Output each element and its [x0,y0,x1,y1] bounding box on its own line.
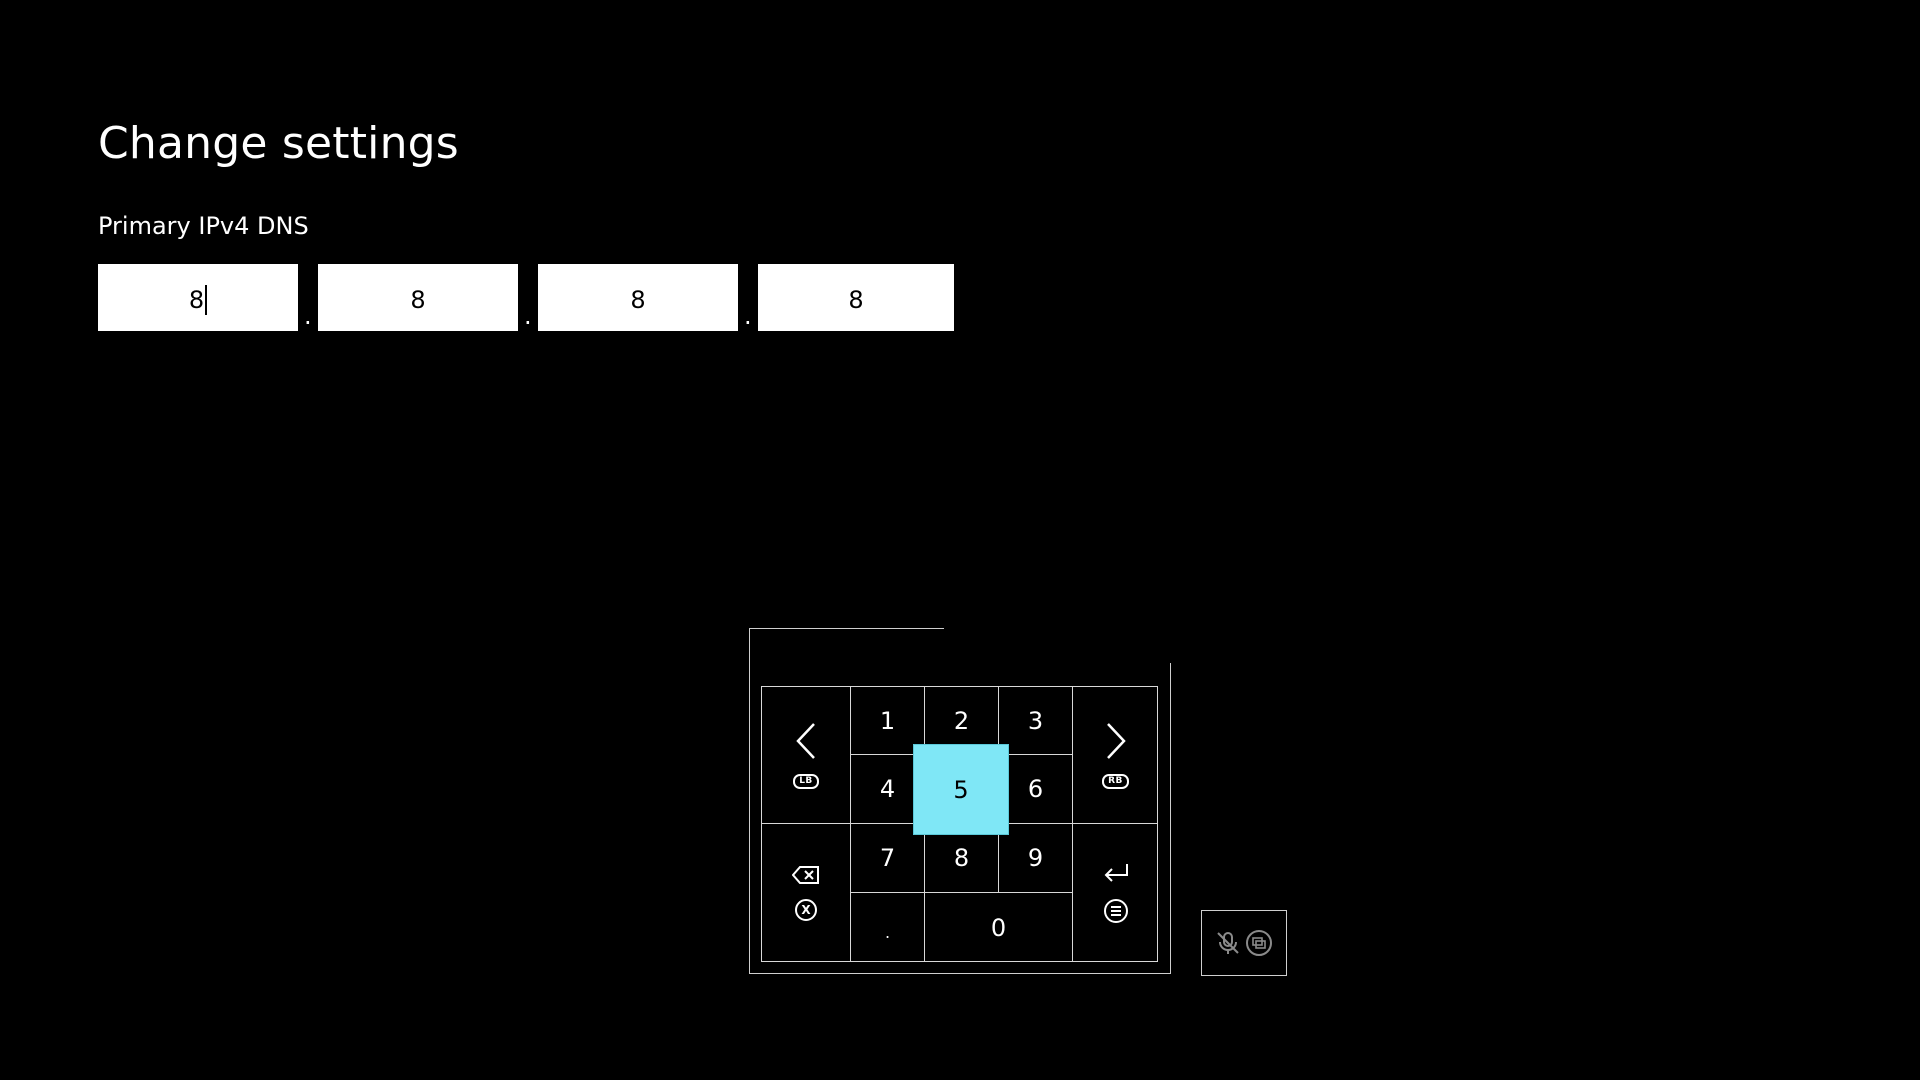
ip-octet-1-value: 8 [188,285,205,314]
rb-badge-icon: RB [1102,773,1129,789]
enter-button[interactable] [1073,824,1158,962]
ip-separator: . [524,302,532,330]
field-label: Primary IPv4 DNS [98,212,309,240]
ip-octet-4-input[interactable]: 8 [758,264,954,331]
enter-icon [1104,864,1128,882]
key-6[interactable]: 6 [999,755,1073,824]
mic-muted-icon [1217,932,1239,954]
key-3[interactable]: 3 [999,687,1073,755]
menu-button-icon [1103,899,1128,923]
backspace-button[interactable]: X [762,824,851,962]
keypad-panel-top-edge [749,628,944,629]
page: Change settings Primary IPv4 DNS 8 . 8 .… [0,0,1920,1080]
ip-octet-1-input[interactable]: 8 [98,264,298,331]
prev-button[interactable]: LB [762,687,851,824]
ip-octet-3-input[interactable]: 8 [538,264,738,331]
ip-separator: . [744,302,752,330]
voice-input-button[interactable] [1201,910,1287,976]
key-5[interactable]: 5 [913,744,1009,835]
lb-badge-icon: LB [793,773,819,789]
chevron-right-icon [1106,722,1126,759]
chevron-left-icon [796,722,815,759]
key-dot[interactable]: . [851,893,925,962]
x-button-badge-icon: X [795,899,817,921]
ip-octet-2-value: 8 [410,285,426,314]
backspace-icon [792,866,819,884]
ip-octet-4-value: 8 [848,285,864,314]
page-title: Change settings [98,118,459,169]
next-button[interactable]: RB [1073,687,1158,824]
key-9[interactable]: 9 [999,824,1073,893]
key-0[interactable]: 0 [925,893,1073,962]
ip-octet-3-value: 8 [630,285,646,314]
keypad-panel-right-edge [1170,663,1171,974]
ip-separator: . [304,302,312,330]
ip-octet-2-input[interactable]: 8 [318,264,518,331]
text-caret [205,284,208,315]
view-button-icon [1246,930,1272,956]
